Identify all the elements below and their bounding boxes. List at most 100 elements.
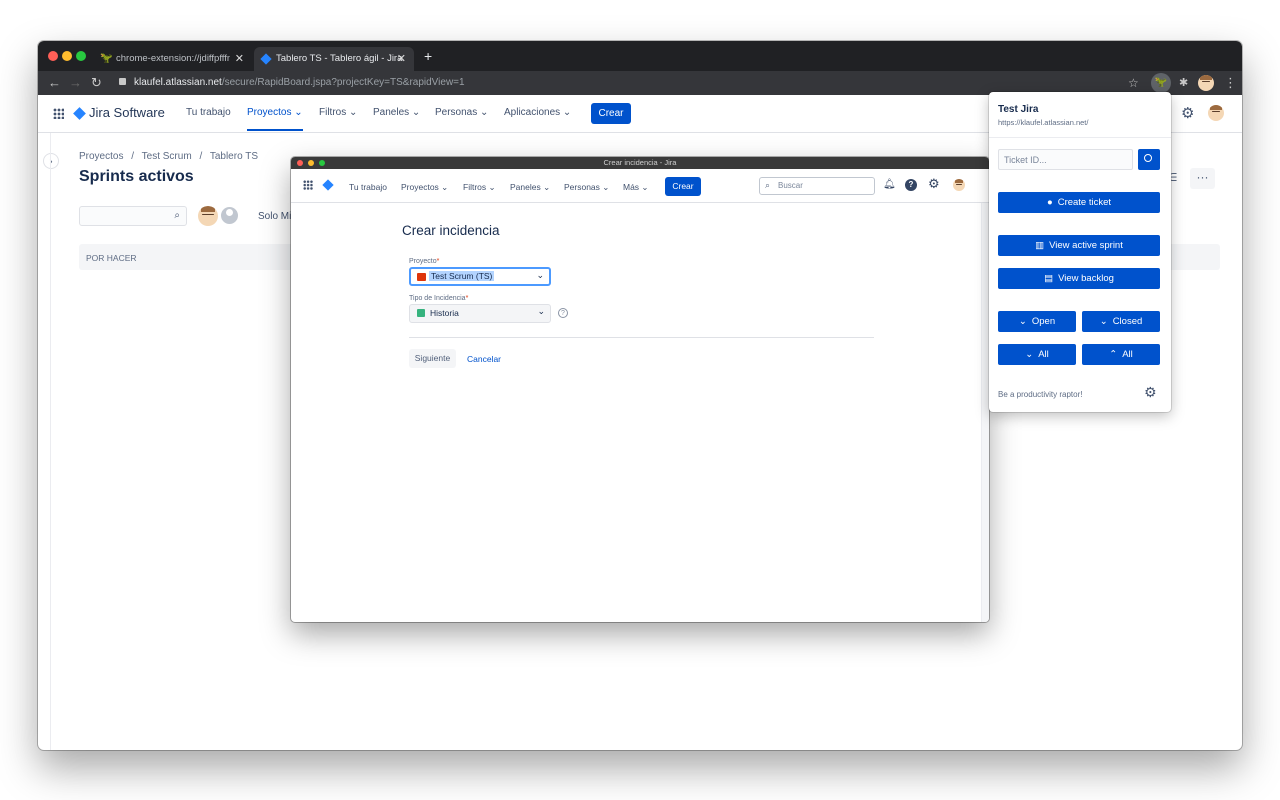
- tab-extension[interactable]: 🦖 chrome-extension://jdiffpfffme ✕: [96, 47, 252, 71]
- popup-footer-text: Be a productivity raptor!: [998, 390, 1083, 399]
- modal-scrollbar[interactable]: [981, 203, 989, 622]
- nav-proyectos[interactable]: Proyectos ⌄: [401, 182, 448, 193]
- extensions-puzzle-icon[interactable]: ✱: [1179, 75, 1188, 91]
- only-mine-filter[interactable]: Solo Mi: [258, 211, 291, 222]
- profile-avatar[interactable]: [1198, 75, 1214, 91]
- popup-divider: [989, 137, 1171, 138]
- maximize-window-button[interactable]: [76, 51, 86, 61]
- form-divider: [409, 337, 874, 338]
- chevron-down-icon: ⌄: [536, 270, 544, 280]
- reload-icon[interactable]: ↻: [91, 75, 102, 91]
- board-search-input[interactable]: ⌕: [79, 206, 187, 226]
- forward-icon[interactable]: →: [69, 75, 82, 91]
- nav-proyectos[interactable]: Proyectos ⌄: [247, 107, 303, 131]
- notifications-icon[interactable]: 🔔︎: [883, 179, 896, 190]
- minimize-window-button[interactable]: [308, 160, 314, 166]
- breadcrumb: Proyectos / Test Scrum / Tablero TS: [79, 151, 259, 162]
- url-field[interactable]: klaufel.atlassian.net/secure/RapidBoard.…: [134, 76, 465, 90]
- close-window-button[interactable]: [297, 160, 303, 166]
- create-button[interactable]: Crear: [591, 103, 631, 124]
- create-ticket-button[interactable]: ● Create ticket: [998, 192, 1160, 213]
- chevron-down-icon: ⌄: [1018, 316, 1027, 327]
- open-issues-button[interactable]: ⌄ Open: [998, 311, 1076, 332]
- popup-title: Test Jira: [998, 104, 1039, 115]
- chevron-down-icon: ⌄: [1099, 316, 1108, 327]
- popup-settings-gear-icon[interactable]: ⚙: [1144, 384, 1157, 401]
- nav-paneles[interactable]: Paneles ⌄: [510, 182, 550, 193]
- jira-logo-icon[interactable]: [322, 179, 334, 191]
- breadcrumb-test-scrum[interactable]: Test Scrum: [142, 151, 192, 162]
- ticket-id-input[interactable]: Ticket ID...: [998, 149, 1133, 170]
- raptor-extension-icon[interactable]: 🦖: [1151, 73, 1171, 93]
- collapse-all-button[interactable]: ⌄ All: [998, 344, 1076, 365]
- project-label: Proyecto*: [409, 258, 440, 265]
- jira-product-name[interactable]: Jira Software: [89, 105, 165, 120]
- nav-filtros[interactable]: Filtros ⌄: [319, 107, 357, 118]
- nav-paneles[interactable]: Paneles ⌄: [373, 107, 420, 118]
- nav-tu-trabajo[interactable]: Tu trabajo: [349, 182, 387, 192]
- tab-jira-board[interactable]: Tablero TS - Tablero ágil - Jira ✕: [254, 47, 414, 71]
- assignee-avatar[interactable]: [198, 206, 218, 226]
- create-button[interactable]: Crear: [665, 177, 701, 196]
- expand-all-button[interactable]: ⌃ All: [1082, 344, 1160, 365]
- search-box[interactable]: ⌕ Buscar: [759, 177, 875, 195]
- create-issue-window: Crear incidencia - Jira Tu trabajo Proye…: [291, 157, 989, 622]
- cancel-link[interactable]: Cancelar: [467, 354, 501, 364]
- tab-bar: 🦖 chrome-extension://jdiffpfffme ✕ Table…: [38, 41, 1242, 71]
- chevron-up-icon: ⌃: [1109, 349, 1118, 360]
- closed-issues-button[interactable]: ⌄ Closed: [1082, 311, 1160, 332]
- minimize-window-button[interactable]: [62, 51, 72, 61]
- nav-aplicaciones[interactable]: Aplicaciones ⌄: [504, 107, 571, 118]
- issue-type-select[interactable]: Historia ⌄: [409, 304, 551, 323]
- column-title-por-hacer: POR HACER: [86, 253, 137, 263]
- raptor-icon: 🦖: [100, 53, 113, 64]
- help-circle-icon[interactable]: ?: [558, 308, 568, 318]
- user-avatar[interactable]: [1208, 105, 1224, 121]
- view-backlog-button[interactable]: ▤ View backlog: [998, 268, 1160, 289]
- nav-tu-trabajo[interactable]: Tu trabajo: [186, 107, 231, 118]
- maximize-window-button[interactable]: [319, 160, 325, 166]
- back-icon[interactable]: ←: [48, 75, 61, 91]
- jira-icon: [260, 53, 272, 65]
- search-icon: [1144, 154, 1152, 162]
- bookmark-star-icon[interactable]: ☆: [1128, 75, 1139, 91]
- sidebar-expand-button[interactable]: ›: [44, 154, 58, 168]
- project-select[interactable]: Test Scrum (TS) ⌄: [409, 267, 551, 286]
- more-options-button[interactable]: ···: [1190, 168, 1215, 189]
- breadcrumb-tablero[interactable]: Tablero TS: [210, 151, 258, 162]
- app-switcher-icon[interactable]: [303, 180, 313, 190]
- next-button[interactable]: Siguiente: [409, 349, 456, 368]
- unassigned-avatar[interactable]: [219, 205, 240, 226]
- search-ticket-button[interactable]: [1138, 149, 1160, 170]
- popup-url: https://klaufel.atlassian.net/: [998, 118, 1089, 127]
- issue-type-label: Tipo de Incidencia*: [409, 295, 469, 302]
- jira-logo-icon[interactable]: [73, 107, 86, 120]
- board-columns-icon: ▥: [1035, 240, 1045, 251]
- nav-mas[interactable]: Más ⌄: [623, 182, 649, 193]
- nav-filtros[interactable]: Filtros ⌄: [463, 182, 496, 193]
- issue-type-value: Historia: [430, 308, 459, 318]
- view-active-sprint-button[interactable]: ▥ View active sprint: [998, 235, 1160, 256]
- close-window-button[interactable]: [48, 51, 58, 61]
- settings-gear-icon[interactable]: ⚙: [1181, 104, 1194, 122]
- sidebar-divider: [50, 133, 51, 750]
- search-icon: ⌕: [765, 180, 771, 190]
- nav-personas[interactable]: Personas ⌄: [435, 107, 488, 118]
- chevron-down-icon: ⌄: [1025, 349, 1034, 360]
- project-select-value: Test Scrum (TS): [429, 271, 495, 281]
- settings-gear-icon[interactable]: ⚙: [928, 176, 940, 192]
- chevron-down-icon: ⌄: [537, 306, 545, 316]
- lightbulb-icon: ●: [1046, 197, 1053, 208]
- browser-menu-icon[interactable]: ⋮: [1224, 75, 1237, 91]
- window-titlebar: Crear incidencia - Jira: [291, 157, 989, 169]
- new-tab-button[interactable]: +: [424, 49, 432, 63]
- project-avatar-icon: [417, 273, 426, 281]
- nav-personas[interactable]: Personas ⌄: [564, 182, 609, 193]
- breadcrumb-proyectos[interactable]: Proyectos: [79, 151, 123, 162]
- app-switcher-icon[interactable]: [53, 108, 64, 119]
- close-tab-icon[interactable]: ✕: [397, 47, 406, 71]
- help-icon[interactable]: ?: [905, 179, 917, 191]
- user-avatar[interactable]: [953, 179, 965, 191]
- person-icon: [226, 209, 233, 216]
- close-tab-icon[interactable]: ✕: [235, 47, 244, 71]
